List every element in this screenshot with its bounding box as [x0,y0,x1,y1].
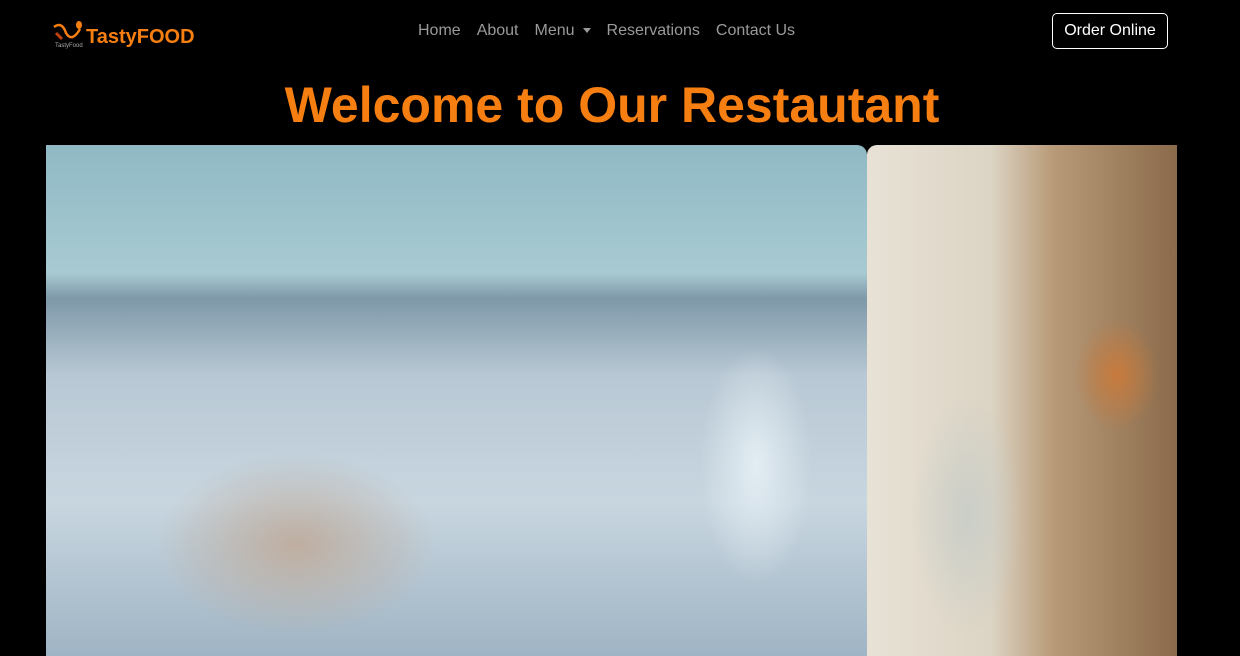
nav-contact[interactable]: Contact Us [716,22,795,40]
svg-text:TastyFood: TastyFood [55,43,83,49]
caret-down-icon [582,28,591,34]
hero-title: Welcome to Our Restautant [284,77,940,133]
brand-logo[interactable]: TastyFood TastyFOOD [52,18,195,49]
nav-menu-dropdown[interactable]: Menu [535,22,591,40]
nav-about[interactable]: About [477,22,519,40]
restaurant-glass-image [867,145,1177,656]
logo-icon: TastyFood [53,20,83,49]
navbar: TastyFood TastyFOOD Home About Menu Rese… [0,0,1240,64]
nav-menu-label: Menu [534,22,575,39]
nav-reservations[interactable]: Reservations [607,22,700,40]
brand-name: TastyFOOD [86,26,195,48]
order-online-button[interactable]: Order Online [1052,13,1168,49]
restaurant-table-image [46,145,867,656]
nav-home[interactable]: Home [418,22,461,40]
